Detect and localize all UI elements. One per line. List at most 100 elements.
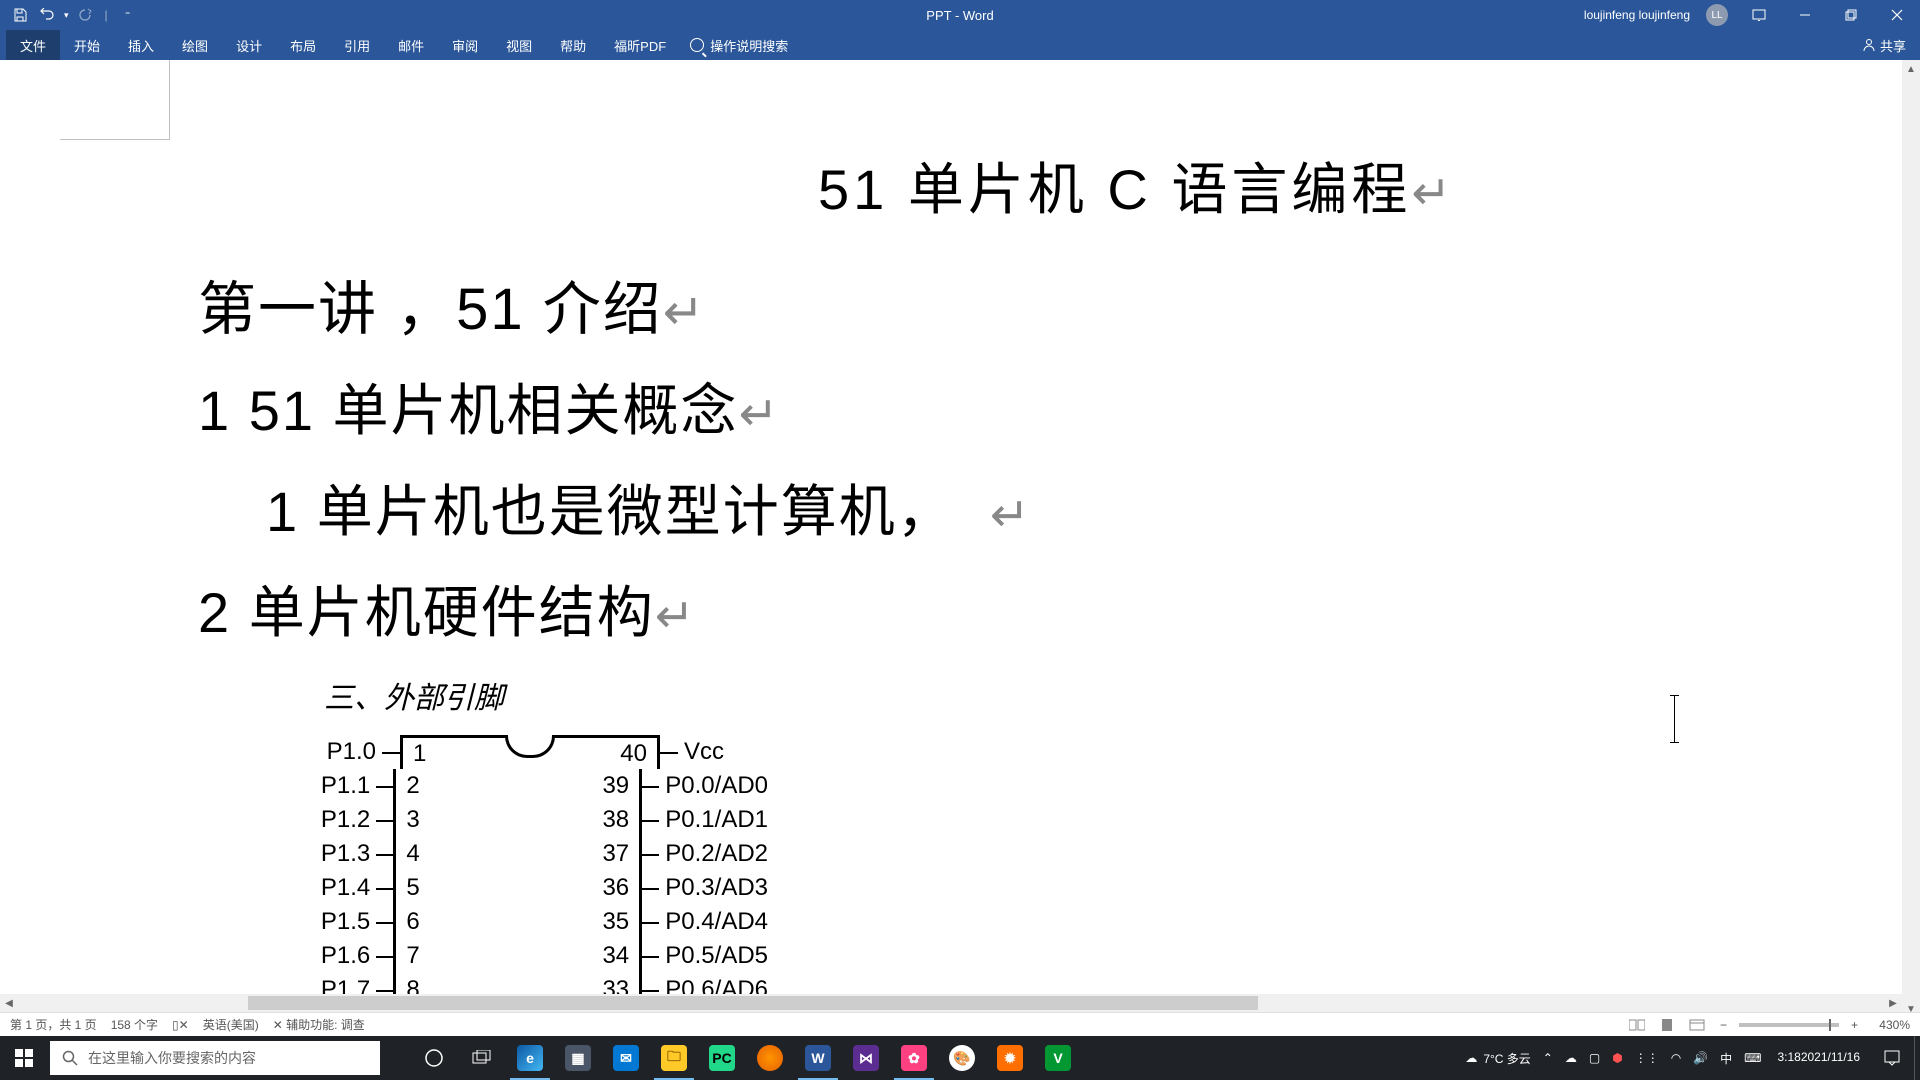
zoom-level[interactable]: 430% [1870,1018,1910,1032]
search-icon [62,1050,78,1066]
window-title: PPT - Word [926,8,993,23]
ribbon-display-options-button[interactable] [1736,0,1782,30]
scroll-track[interactable] [1902,78,1920,1000]
task-view-button[interactable] [458,1036,506,1080]
word-icon[interactable]: W [794,1036,842,1080]
spellcheck-icon[interactable]: ▯✕ [172,1018,189,1032]
tab-mailings[interactable]: 邮件 [384,30,438,60]
pin-right-label: P0.2/AD2 [659,840,768,868]
tab-view[interactable]: 视图 [492,30,546,60]
cortana-button[interactable] [410,1036,458,1080]
save-button[interactable] [8,3,32,27]
weather-widget[interactable]: ☁ 7°C 多云 [1459,1036,1536,1080]
minimize-button[interactable] [1782,0,1828,30]
hscroll-thumb[interactable] [248,996,1258,1010]
chip-body: 437 [393,837,642,871]
edge-icon[interactable]: e [506,1036,554,1080]
app-orange-icon[interactable]: ✹ [986,1036,1034,1080]
scroll-right-button[interactable]: ▶ [1884,994,1902,1012]
tab-home[interactable]: 开始 [60,30,114,60]
volume-icon[interactable]: 🔊 [1687,1036,1714,1080]
chip-body: 734 [393,939,642,973]
chip-body: 140 [400,735,660,769]
horizontal-scrollbar[interactable]: ◀ ▶ [0,994,1902,1012]
show-desktop-button[interactable] [1914,1036,1920,1080]
qat-customize-button[interactable]: ⁼ [116,3,140,27]
pycharm-icon[interactable]: PC [698,1036,746,1080]
scroll-up-button[interactable]: ▲ [1902,60,1920,78]
security-icon[interactable]: ⬢ [1606,1036,1628,1080]
app-pink-icon[interactable]: ✿ [890,1036,938,1080]
document-area[interactable]: 51 单片机 C 语言编程↵ 第一讲 ，51 介绍↵ 1 51 单片机相关概念↵… [0,60,1920,1018]
chip-row: P1.0140Vcc [256,735,768,769]
close-button[interactable] [1874,0,1920,30]
heading-2a: 1 51 单片机相关概念↵ [198,366,1860,447]
explorer-icon[interactable]: 🗀 [650,1036,698,1080]
palette-icon[interactable]: 🎨 [938,1036,986,1080]
print-layout-button[interactable] [1656,1016,1678,1034]
person-icon [1862,38,1876,52]
onedrive-icon[interactable]: ☁ [1559,1036,1583,1080]
quick-access-toolbar: ▾ | ⁼ [0,3,140,27]
undo-button[interactable] [36,3,60,27]
keyboard-icon[interactable]: ⌨ [1738,1036,1767,1080]
read-mode-button[interactable] [1626,1016,1648,1034]
tab-review[interactable]: 审阅 [438,30,492,60]
tab-layout[interactable]: 布局 [276,30,330,60]
document-content: 51 单片机 C 语言编程↵ 第一讲 ，51 介绍↵ 1 51 单片机相关概念↵… [198,145,1860,1018]
tab-references[interactable]: 引用 [330,30,384,60]
accessibility-status[interactable]: ✕ 辅助功能: 调查 [273,1016,365,1033]
user-name[interactable]: loujinfeng loujinfeng [1576,8,1698,22]
document-title: 51 单片机 C 语言编程↵ [198,145,1860,226]
tab-help[interactable]: 帮助 [546,30,600,60]
firefox-icon[interactable] [746,1036,794,1080]
language-status[interactable]: 英语(美国) [203,1016,259,1033]
heading-2b: 2 单片机硬件结构↵ [198,568,1860,649]
tab-draw[interactable]: 绘图 [168,30,222,60]
chip-body: 635 [393,905,642,939]
chip-row: P1.2338P0.1/AD1 [256,803,768,837]
web-layout-button[interactable] [1686,1016,1708,1034]
visual-studio-icon[interactable]: ⋈ [842,1036,890,1080]
vertical-scrollbar[interactable]: ▲ ▼ [1902,60,1920,1018]
network-icon[interactable]: ⋮⋮ [1629,1036,1665,1080]
mail-icon[interactable]: ✉ [602,1036,650,1080]
vim-icon[interactable]: V [1034,1036,1082,1080]
pin-left-label: P1.3 [256,840,376,868]
ime-icon[interactable]: 中 [1714,1036,1738,1080]
clock[interactable]: 3:18 2021/11/16 [1767,1036,1870,1080]
meet-now-icon[interactable]: ▢ [1583,1036,1606,1080]
tab-foxit-pdf[interactable]: 福昕PDF [600,30,680,60]
calculator-icon[interactable]: ▦ [554,1036,602,1080]
taskbar-search[interactable]: 在这里输入你要搜索的内容 [50,1041,380,1075]
system-tray: ☁ 7°C 多云 ⌃ ☁ ▢ ⬢ ⋮⋮ ◠ 🔊 中 ⌨ 3:18 2021/11… [1459,1036,1920,1080]
tab-insert[interactable]: 插入 [114,30,168,60]
notifications-button[interactable] [1870,1036,1914,1080]
pin-right-label: P0.4/AD4 [659,908,768,936]
search-placeholder: 在这里输入你要搜索的内容 [88,1048,256,1068]
share-button[interactable]: 共享 [1862,36,1906,55]
tray-chevron-up[interactable]: ⌃ [1537,1036,1559,1080]
scroll-left-button[interactable]: ◀ [0,994,18,1012]
time-text: 3:18 [1777,1050,1800,1066]
wifi-icon[interactable]: ◠ [1665,1036,1687,1080]
hscroll-track[interactable] [18,994,1884,1012]
tell-me-search[interactable]: 操作说明搜索 [690,36,788,55]
start-button[interactable] [0,1036,48,1080]
tab-design[interactable]: 设计 [222,30,276,60]
redo-button[interactable] [73,3,97,27]
heading-1: 第一讲 ，51 介绍↵ [198,262,1860,346]
avatar[interactable]: LL [1706,4,1728,26]
page-status[interactable]: 第 1 页，共 1 页 [10,1016,97,1033]
zoom-slider[interactable] [1739,1023,1839,1027]
pin-left-label: P1.4 [256,874,376,902]
tab-file[interactable]: 文件 [6,30,60,60]
maximize-button[interactable] [1828,0,1874,30]
word-count[interactable]: 158 个字 [111,1016,158,1033]
zoom-out-button[interactable]: − [1716,1018,1731,1032]
tell-me-label: 操作说明搜索 [710,36,788,55]
lightbulb-icon [690,38,704,52]
titlebar: ▾ | ⁼ PPT - Word loujinfeng loujinfeng L… [0,0,1920,30]
pin-left-label: P1.1 [256,772,376,800]
zoom-in-button[interactable]: + [1847,1018,1862,1032]
